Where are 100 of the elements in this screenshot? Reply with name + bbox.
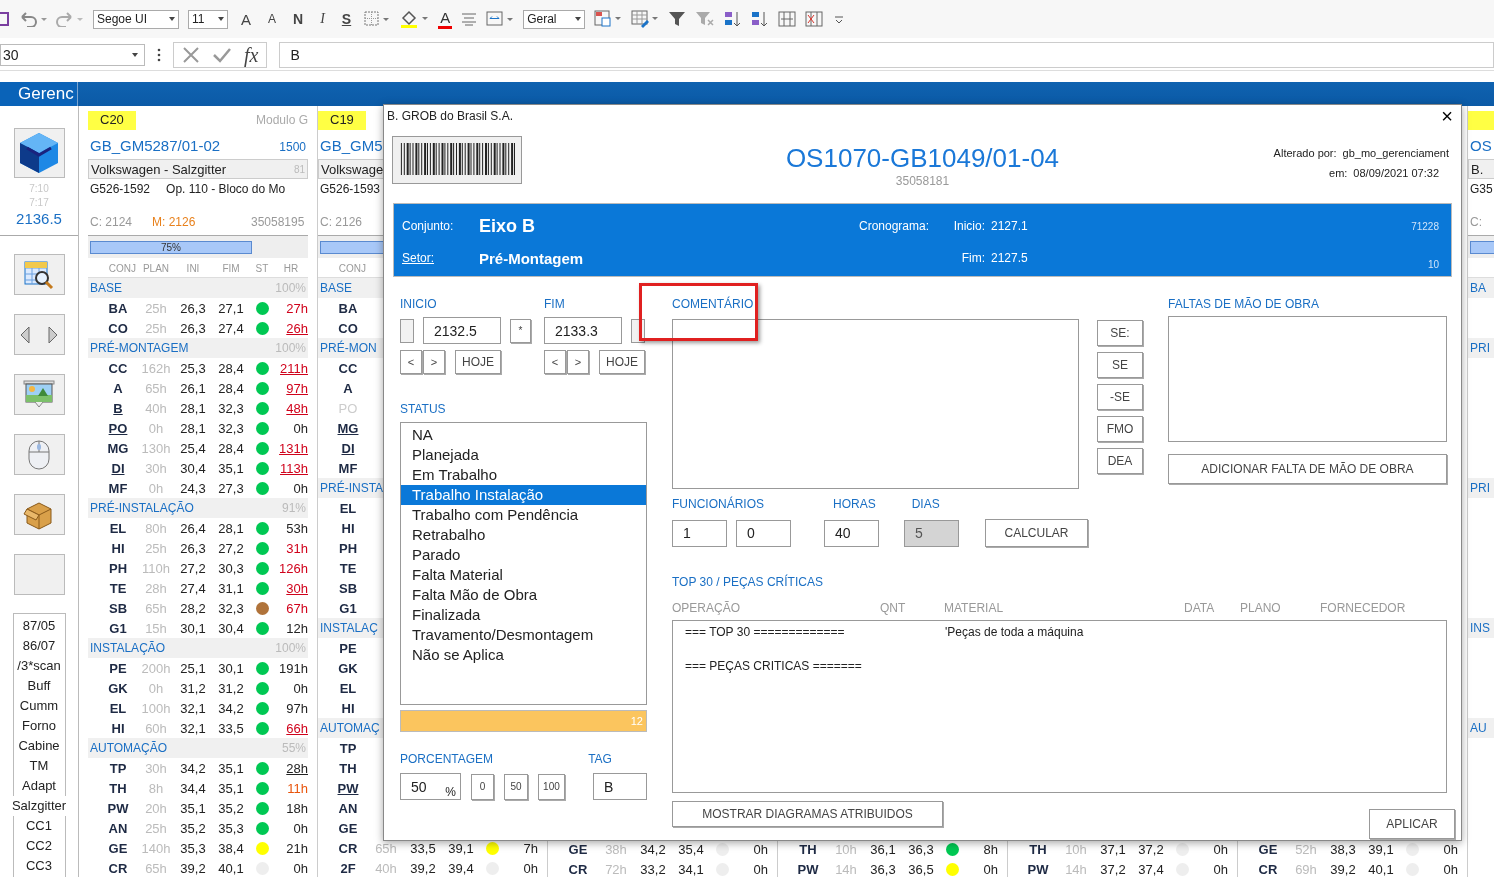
hours-link[interactable]: 48h (286, 400, 308, 416)
start-field[interactable]: 2132.5 (423, 317, 501, 344)
show-diagrams-button[interactable]: MOSTRAR DIAGRAMAS ATRIBUIDOS (672, 801, 943, 827)
order-code[interactable]: GB_GM5 (320, 137, 383, 154)
number-format-dropdown[interactable]: Geral (523, 9, 586, 29)
order-code[interactable]: OS (1470, 137, 1492, 154)
sort-ascending-icon[interactable] (724, 10, 743, 28)
merge-icon[interactable] (486, 11, 515, 27)
preset-button[interactable]: 0 (470, 773, 495, 800)
filter-icon[interactable] (668, 11, 687, 27)
preset-button[interactable]: 100 (537, 773, 566, 800)
star-button[interactable]: * (510, 318, 531, 343)
status-option[interactable]: Planejada (401, 445, 646, 465)
close-button[interactable]: × (1433, 106, 1461, 126)
name-box[interactable]: 30 (0, 44, 145, 66)
status-option[interactable]: Não se Aplica (401, 645, 646, 665)
status-option[interactable]: Em Trabalho (401, 465, 646, 485)
fill-color-icon[interactable] (399, 10, 430, 28)
add-shortage-button[interactable]: ADICIONAR FALTA DE MÃO DE OBRA (1168, 454, 1447, 484)
hours-link[interactable]: 26h (286, 320, 308, 336)
hours-link[interactable]: 30h (286, 580, 308, 596)
status-option[interactable]: Travamento/Desmontagem (401, 625, 646, 645)
next-button[interactable]: > (567, 350, 589, 374)
workers-field[interactable]: 0 (736, 519, 791, 547)
end-field[interactable]: 2133.3 (544, 317, 622, 344)
percentage-field[interactable]: 50 % (400, 773, 461, 800)
status-option[interactable]: Trabalho Instalação (401, 485, 646, 505)
clear-filter-icon[interactable] (695, 11, 716, 27)
previous-button[interactable]: < (544, 350, 566, 374)
next-button[interactable]: > (423, 350, 445, 374)
mouse-button[interactable] (13, 434, 65, 475)
cancel-icon[interactable] (182, 46, 200, 64)
calculate-button[interactable]: CALCULAR (985, 519, 1088, 547)
conditional-format-icon[interactable] (594, 10, 623, 28)
sort-descending-icon[interactable] (751, 10, 770, 28)
status-option[interactable]: Falta Material (401, 565, 646, 585)
redo-icon[interactable] (56, 11, 84, 27)
side-button[interactable]: -SE (1097, 384, 1143, 410)
today-button[interactable]: HOJE (455, 350, 501, 374)
comment-field[interactable] (672, 319, 1079, 489)
align-icon[interactable] (461, 12, 478, 26)
tag-field[interactable]: B (593, 773, 647, 800)
status-option[interactable]: NA (401, 425, 646, 445)
font-size-dropdown[interactable]: 11 (188, 9, 228, 29)
conj-link[interactable]: DI (111, 460, 125, 476)
hours-link[interactable]: 211h (280, 360, 308, 376)
hours-link[interactable]: 28h (286, 760, 308, 776)
labor-shortage-list[interactable] (1168, 316, 1447, 442)
previous-button[interactable]: < (400, 350, 422, 374)
more-options-icon[interactable] (157, 48, 161, 62)
delete-columns-icon[interactable] (805, 11, 824, 27)
status-option[interactable]: Retrabalho (401, 525, 646, 545)
hours-link[interactable]: 113h (280, 460, 308, 476)
shrink-font-button[interactable]: A (264, 8, 281, 30)
check-icon[interactable] (212, 46, 232, 64)
font-dropdown[interactable]: Segoe UI (93, 9, 179, 29)
conj-link[interactable]: PO (108, 420, 128, 436)
side-button[interactable]: DEA (1097, 448, 1143, 474)
side-button[interactable]: FMO (1097, 416, 1143, 442)
hours-link[interactable]: 97h (286, 380, 308, 396)
hours-link[interactable]: 131h (279, 440, 308, 456)
previous-next-button[interactable] (13, 314, 65, 355)
workers-field[interactable]: 1 (672, 519, 727, 547)
status-option[interactable]: Falta Mão de Obra (401, 585, 646, 605)
apply-button[interactable]: APLICAR (1369, 809, 1455, 839)
status-option[interactable]: Parado (401, 545, 646, 565)
column-heading: OPERAÇÃO (672, 601, 741, 615)
presentation-button[interactable] (13, 374, 65, 415)
borders-icon[interactable] (364, 11, 391, 27)
italic-button[interactable]: I (316, 8, 329, 30)
small-field[interactable] (400, 318, 414, 343)
hours-link[interactable]: 66h (286, 720, 308, 736)
conj-link[interactable]: DI (341, 440, 355, 456)
side-button[interactable]: SE (1097, 352, 1143, 378)
conj-link[interactable]: B (113, 400, 123, 416)
preset-button[interactable]: 50 (504, 773, 528, 800)
hours-field[interactable]: 40 (824, 519, 879, 547)
status-option[interactable]: Finalizada (401, 605, 646, 625)
status-option[interactable]: Trabalho com Pendência (401, 505, 646, 525)
start-cell: 34,4 (180, 780, 206, 796)
order-code[interactable]: GB_GM5287/01-02 (90, 137, 221, 154)
table-search-button[interactable] (13, 254, 65, 295)
conj-link[interactable]: MG (337, 420, 359, 436)
font-color-button[interactable]: A (438, 9, 453, 29)
save-icon[interactable] (0, 11, 10, 27)
setor-link[interactable]: Setor: (402, 251, 479, 265)
grow-font-button[interactable]: A (237, 8, 255, 30)
undo-icon[interactable] (19, 11, 47, 27)
conj-link[interactable]: PW (337, 780, 359, 796)
list-item[interactable]: Salzgitter (11, 796, 67, 816)
insert-function-button[interactable]: fx (244, 43, 259, 67)
formula-field[interactable]: B (279, 42, 1494, 68)
bold-button[interactable]: N (289, 8, 308, 30)
strikethrough-button[interactable]: S (337, 8, 356, 30)
insert-columns-icon[interactable] (778, 11, 797, 27)
logo-button[interactable] (13, 128, 65, 178)
side-button[interactable]: SE: (1097, 320, 1143, 346)
table-style-icon[interactable] (631, 10, 660, 28)
box-button[interactable] (13, 494, 65, 535)
today-button[interactable]: HOJE (599, 350, 645, 374)
